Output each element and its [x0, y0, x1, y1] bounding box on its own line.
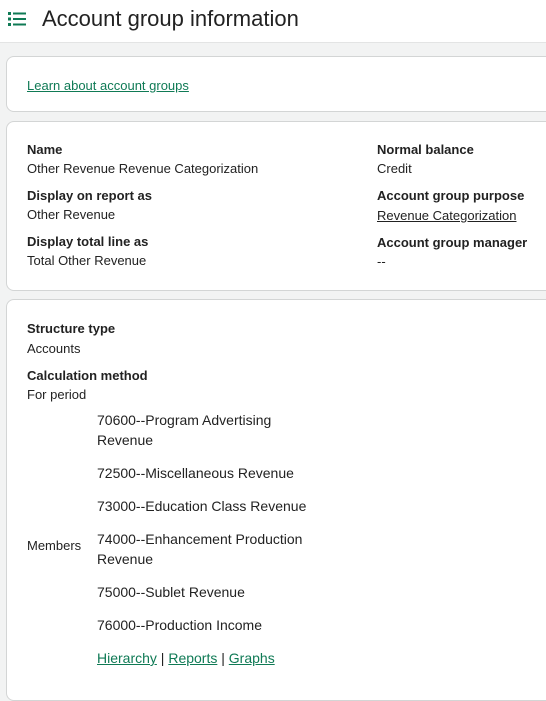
calculation-method-value: For period — [27, 387, 87, 402]
member-item: 74000--Enhancement Production Revenue — [97, 531, 303, 567]
structure-card: Structure type Accounts Calculation meth… — [6, 299, 546, 701]
display-total-value: Total Other Revenue — [27, 253, 147, 268]
member-links: Hierarchy | Reports | Graphs — [97, 648, 327, 668]
graphs-link[interactable]: Graphs — [229, 650, 275, 666]
member-item: 75000--Sublet Revenue — [97, 584, 245, 600]
learn-about-account-groups-link[interactable]: Learn about account groups — [27, 78, 189, 94]
account-group-manager-label: Account group manager — [377, 235, 528, 250]
page-header: Account group information — [0, 0, 546, 43]
hierarchy-link[interactable]: Hierarchy — [97, 650, 157, 666]
account-group-purpose-link[interactable]: Revenue Categorization — [377, 208, 516, 224]
learn-card: Learn about account groups — [6, 56, 546, 112]
display-on-report-value: Other Revenue — [27, 207, 116, 222]
details-card: Name Other Revenue Revenue Categorizatio… — [6, 121, 546, 291]
calculation-method-label: Calculation method — [27, 368, 148, 383]
member-item: 73000--Education Class Revenue — [97, 498, 307, 514]
page-title: Account group information — [42, 6, 299, 31]
normal-balance-value: Credit — [377, 161, 412, 176]
name-label: Name — [27, 142, 63, 157]
name-value: Other Revenue Revenue Categorization — [27, 161, 259, 176]
account-group-purpose-label: Account group purpose — [377, 188, 525, 203]
structure-type-label: Structure type — [27, 321, 116, 336]
link-separator: | — [221, 650, 225, 666]
link-separator: | — [160, 650, 165, 666]
structure-type-value: Accounts — [27, 341, 81, 356]
display-on-report-label: Display on report as — [27, 188, 152, 203]
member-item: 72500--Miscellaneous Revenue — [97, 465, 294, 481]
member-item: 70600--Program Advertising Revenue — [97, 412, 272, 448]
members-list: 70600--Program Advertising Revenue 72500… — [97, 410, 327, 668]
list-icon[interactable] — [8, 11, 26, 27]
member-item: 76000--Production Income — [97, 617, 262, 633]
members-label: Members — [27, 538, 82, 553]
display-total-label: Display total line as — [27, 234, 149, 249]
account-group-manager-value: -- — [377, 254, 386, 269]
reports-link[interactable]: Reports — [168, 650, 217, 666]
normal-balance-label: Normal balance — [377, 142, 474, 157]
